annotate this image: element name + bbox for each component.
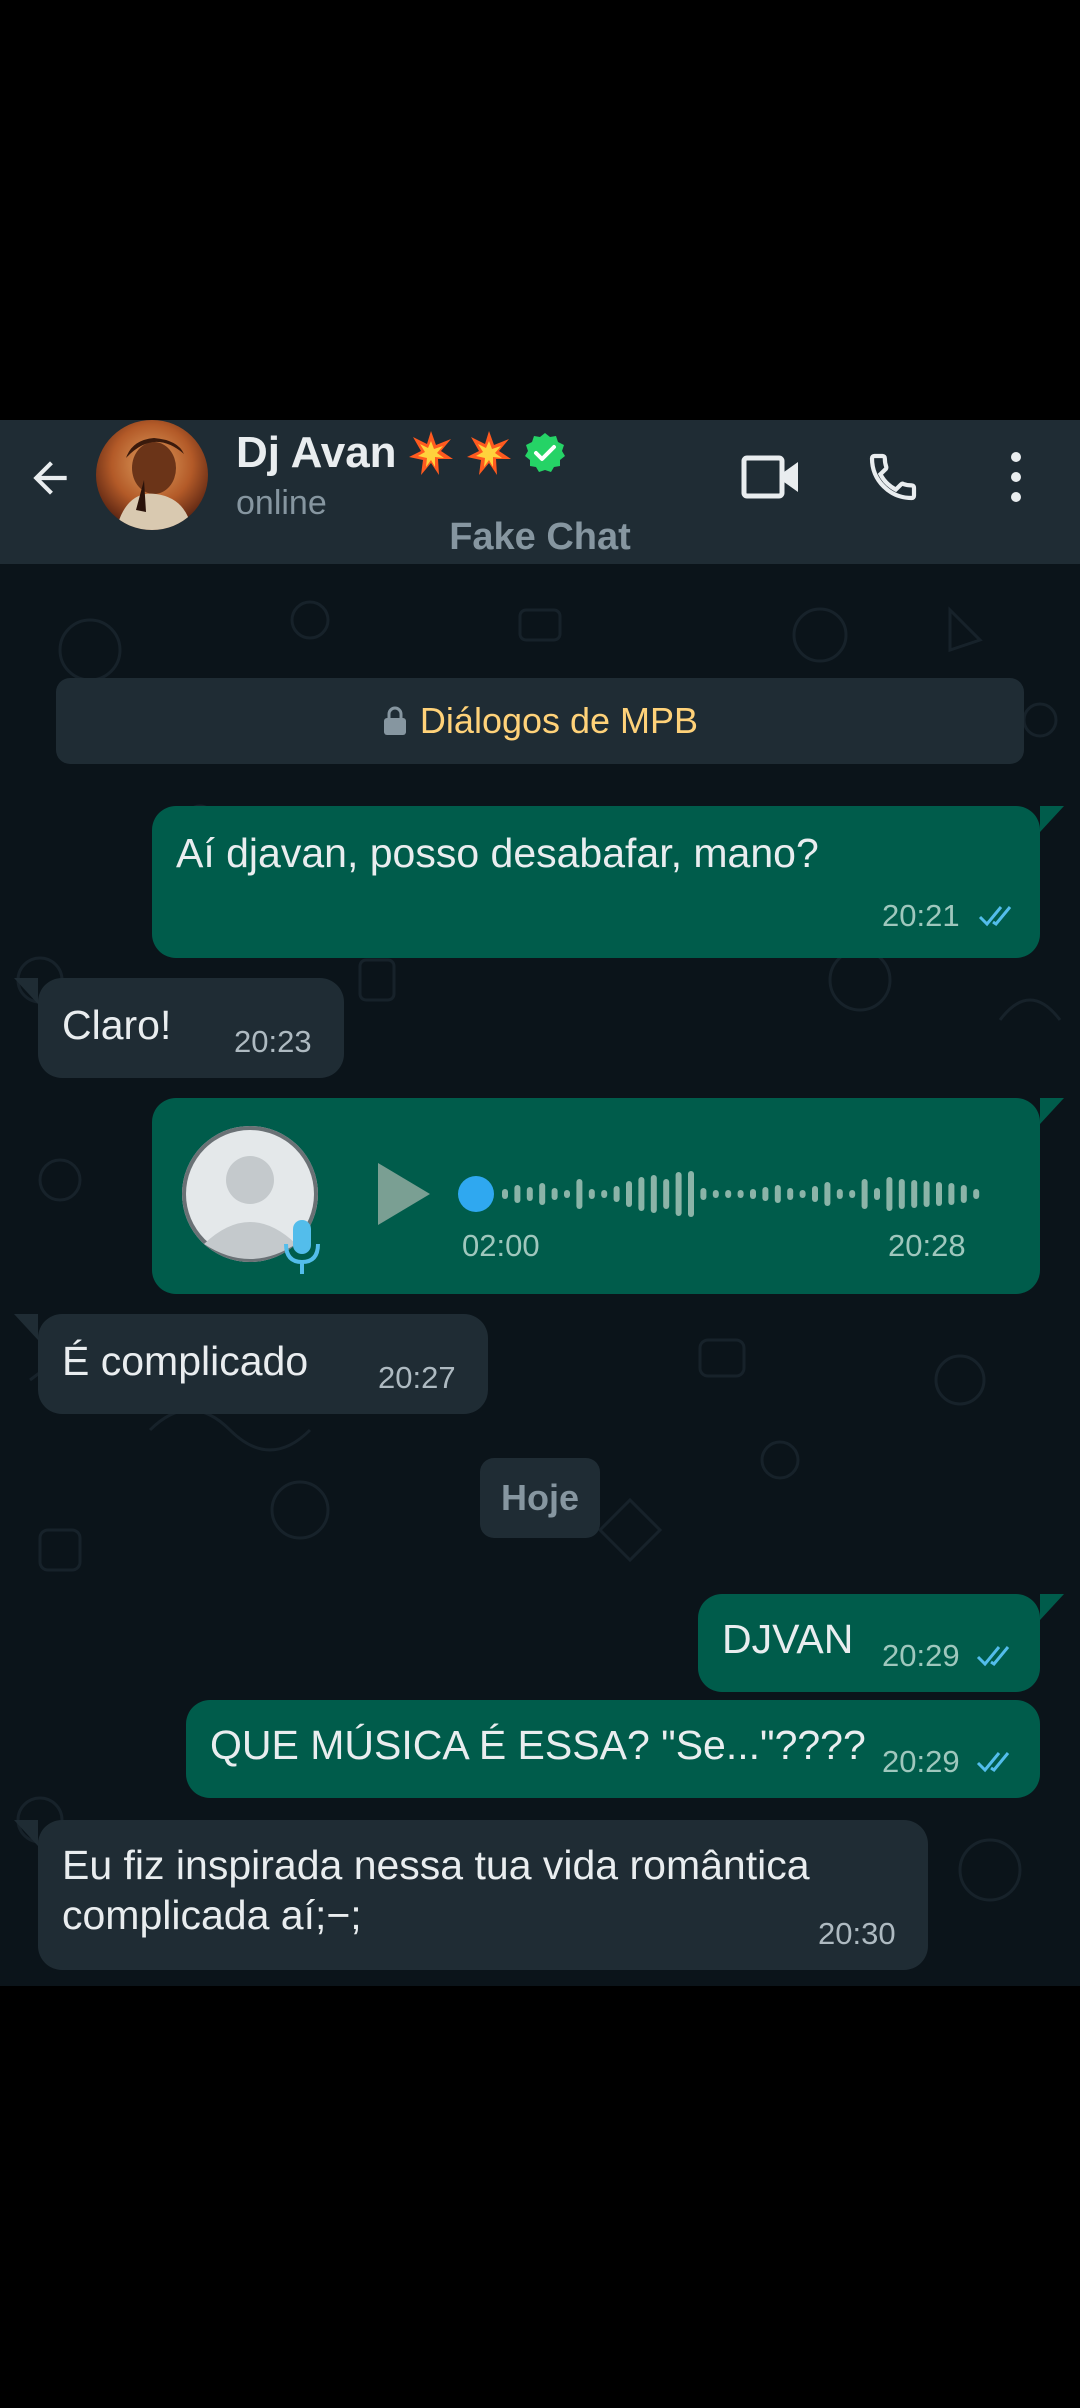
- waveform-bar: [650, 1175, 657, 1213]
- message-bubble-outgoing[interactable]: QUE MÚSICA É ESSA? "Se..."???? 20:29: [186, 1700, 1040, 1798]
- message-text: É complicado: [62, 1338, 309, 1384]
- voice-call-button[interactable]: [858, 442, 928, 512]
- waveform-bar: [737, 1190, 744, 1198]
- verified-badge-icon: [524, 433, 565, 472]
- message-time: 20:29: [882, 1744, 960, 1779]
- waveform-bar: [539, 1183, 546, 1205]
- bubble-tail: [1040, 806, 1064, 832]
- chat-header: Dj Avan online Fake Chat: [0, 420, 1080, 564]
- message-bubble-incoming[interactable]: Eu fiz inspirada nessa tua vida romântic…: [38, 1820, 928, 1970]
- waveform-bar: [824, 1182, 831, 1206]
- more-options-button[interactable]: [986, 442, 1046, 512]
- bubble-tail: [1040, 1098, 1064, 1124]
- voice-waveform[interactable]: [456, 1164, 996, 1224]
- collision-emoji-icon: [408, 431, 453, 475]
- waveform-bar: [762, 1187, 769, 1201]
- waveform-bar: [675, 1172, 682, 1216]
- phone-icon: [869, 453, 917, 501]
- message-time: 20:30: [818, 1916, 896, 1951]
- read-ticks-icon: [976, 1646, 1010, 1667]
- bubble-tail: [14, 1820, 38, 1846]
- playback-thumb[interactable]: [458, 1176, 494, 1212]
- header-subtitle: Fake Chat: [449, 516, 631, 558]
- encryption-banner-text: Diálogos de MPB: [419, 700, 699, 741]
- bubble-tail: [14, 978, 38, 1004]
- waveform-bar: [849, 1190, 856, 1198]
- video-call-icon: [741, 455, 798, 499]
- more-vert-icon: [1011, 452, 1021, 502]
- message-bubble-incoming[interactable]: Claro! 20:23: [38, 978, 344, 1078]
- message-bubble-incoming[interactable]: É complicado 20:27: [38, 1314, 488, 1414]
- date-separator: Hoje: [480, 1458, 600, 1538]
- message-time: 20:27: [378, 1360, 456, 1395]
- message-bubble-outgoing[interactable]: DJVAN 20:29: [698, 1594, 1040, 1692]
- waveform-bar: [898, 1179, 905, 1209]
- waveform-bar: [911, 1180, 918, 1208]
- waveform-bar: [960, 1185, 967, 1203]
- message-text: Aí djavan, posso desabafar, mano?: [176, 830, 819, 876]
- play-button[interactable]: [364, 1154, 444, 1234]
- contact-avatar[interactable]: [96, 420, 208, 530]
- contact-name[interactable]: Dj Avan: [236, 428, 567, 478]
- message-time: 20:29: [882, 1638, 960, 1673]
- waveform-bar: [774, 1185, 781, 1203]
- waveform-bar: [551, 1188, 558, 1200]
- message-text-line-2: complicada aí;−;: [62, 1892, 362, 1938]
- waveform-bar: [688, 1171, 694, 1217]
- waveform-bar: [886, 1177, 893, 1211]
- waveform-bar: [874, 1188, 880, 1200]
- waveform-bar: [663, 1179, 670, 1209]
- waveform-bar: [712, 1190, 719, 1198]
- waveform-bar: [576, 1179, 583, 1209]
- waveform-bar: [514, 1185, 521, 1203]
- back-arrow-icon: [33, 461, 67, 495]
- waveform-bar: [502, 1189, 508, 1199]
- back-button[interactable]: [18, 446, 82, 510]
- message-time: 20:23: [234, 1024, 312, 1059]
- waveform-bar: [861, 1179, 868, 1209]
- collision-emoji-icon: [466, 431, 511, 475]
- waveform-bar: [812, 1186, 818, 1202]
- bubble-tail: [14, 1314, 38, 1340]
- message-time: 20:28: [888, 1228, 966, 1263]
- waveform-bar: [799, 1190, 806, 1198]
- waveform-bar: [700, 1188, 707, 1200]
- waveform-bar: [948, 1183, 955, 1205]
- contact-name-text: Dj Avan: [236, 428, 397, 477]
- waveform-bar: [836, 1189, 843, 1199]
- play-icon: [378, 1163, 430, 1225]
- lock-icon: [383, 706, 406, 735]
- waveform-bar: [725, 1190, 732, 1198]
- encryption-banner[interactable]: Diálogos de MPB: [56, 678, 1024, 764]
- microphone-icon: [284, 1220, 320, 1274]
- waveform-bar: [973, 1189, 980, 1199]
- waveform-bar: [613, 1186, 620, 1202]
- waveform-bar: [936, 1182, 942, 1206]
- waveform-bar: [588, 1189, 595, 1199]
- video-call-button[interactable]: [736, 442, 806, 512]
- voice-duration: 02:00: [462, 1228, 540, 1263]
- message-text-line-1: Eu fiz inspirada nessa tua vida romântic…: [62, 1842, 810, 1888]
- message-text: Claro!: [62, 1002, 172, 1048]
- read-ticks-icon: [976, 1752, 1010, 1773]
- message-time: 20:21: [882, 898, 960, 933]
- waveform-bar: [787, 1188, 794, 1200]
- waveform-bar: [601, 1190, 608, 1198]
- read-ticks-icon: [978, 906, 1012, 927]
- waveform-bar: [526, 1187, 533, 1201]
- message-text: DJVAN: [722, 1616, 854, 1662]
- waveform-bar: [564, 1190, 570, 1198]
- message-text: QUE MÚSICA É ESSA? "Se..."????: [210, 1722, 866, 1768]
- chat-screen: Dj Avan online Fake Chat Diálogos de MPB…: [0, 420, 1080, 1986]
- voice-message-bubble[interactable]: 02:00 20:28: [152, 1098, 1040, 1294]
- waveform-bar: [626, 1181, 632, 1207]
- message-bubble-outgoing[interactable]: Aí djavan, posso desabafar, mano? 20:21: [152, 806, 1040, 958]
- bubble-tail: [1040, 1594, 1064, 1620]
- waveform-bar: [638, 1177, 645, 1211]
- waveform-bar: [750, 1189, 756, 1199]
- waveform-bar: [923, 1181, 930, 1207]
